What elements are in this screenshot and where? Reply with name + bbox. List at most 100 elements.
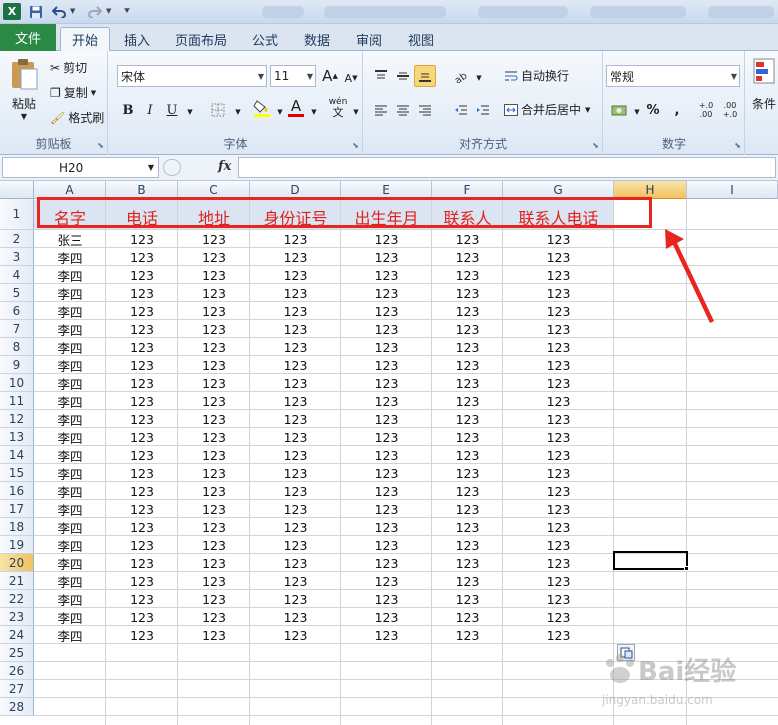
row-header-20[interactable]: 20 <box>0 554 34 572</box>
table-cell[interactable]: 123 <box>250 572 341 590</box>
table-cell[interactable]: 123 <box>503 320 614 338</box>
row-header-23[interactable]: 23 <box>0 608 34 626</box>
table-cell[interactable]: 123 <box>106 518 178 536</box>
table-cell[interactable]: 123 <box>341 482 432 500</box>
copy-button[interactable]: ❐ 复制 ▼ <box>50 84 96 101</box>
table-cell[interactable]: 123 <box>250 356 341 374</box>
alignment-launcher-icon[interactable]: ⬊ <box>592 141 599 150</box>
table-cell[interactable]: 123 <box>432 518 503 536</box>
tab-page-layout[interactable]: 页面布局 <box>168 28 234 50</box>
decrease-indent-icon[interactable] <box>450 99 472 121</box>
table-cell[interactable]: 123 <box>106 500 178 518</box>
table-cell[interactable]: 123 <box>250 500 341 518</box>
column-header-i[interactable]: I <box>687 181 778 199</box>
table-cell[interactable]: 李四 <box>34 248 106 266</box>
row-header-2[interactable]: 2 <box>0 230 34 248</box>
table-cell[interactable]: 123 <box>432 500 503 518</box>
table-cell[interactable]: 123 <box>106 374 178 392</box>
font-size-dropdown-icon[interactable]: ▼ <box>307 72 313 81</box>
table-cell[interactable]: 123 <box>250 410 341 428</box>
table-cell[interactable]: 123 <box>432 338 503 356</box>
table-cell[interactable]: 123 <box>250 392 341 410</box>
row-header-14[interactable]: 14 <box>0 446 34 464</box>
conditional-formatting-button[interactable]: 条件 <box>752 57 776 112</box>
table-cell[interactable]: 123 <box>341 284 432 302</box>
table-cell[interactable]: 123 <box>341 248 432 266</box>
table-cell[interactable]: 123 <box>106 446 178 464</box>
row-header-13[interactable]: 13 <box>0 428 34 446</box>
row-header-27[interactable]: 27 <box>0 680 34 698</box>
excel-app-icon[interactable]: X <box>3 3 21 20</box>
row-header-17[interactable]: 17 <box>0 500 34 518</box>
row-header-19[interactable]: 19 <box>0 536 34 554</box>
table-cell[interactable]: 123 <box>178 392 250 410</box>
table-cell[interactable]: 李四 <box>34 302 106 320</box>
table-cell[interactable]: 123 <box>250 626 341 644</box>
table-cell[interactable]: 123 <box>341 608 432 626</box>
table-cell[interactable]: 123 <box>503 554 614 572</box>
table-cell[interactable]: 123 <box>106 482 178 500</box>
table-cell[interactable]: 123 <box>432 572 503 590</box>
table-cell[interactable]: 123 <box>341 536 432 554</box>
table-cell[interactable]: 李四 <box>34 572 106 590</box>
spreadsheet-grid[interactable]: A B C D E F G H I 1 2 3 4 5 6 7 8 9 10 11 12 13 14 15 16 17 18 19 20… <box>0 181 778 725</box>
italic-button[interactable]: I <box>139 99 161 121</box>
table-cell[interactable]: 123 <box>341 266 432 284</box>
table-cell[interactable]: 123 <box>432 302 503 320</box>
table-cell[interactable]: 123 <box>178 464 250 482</box>
table-cell[interactable]: 123 <box>178 338 250 356</box>
table-cell[interactable]: 123 <box>503 338 614 356</box>
table-cell[interactable]: 123 <box>341 320 432 338</box>
table-cell[interactable]: 123 <box>178 482 250 500</box>
table-cell[interactable]: 123 <box>503 518 614 536</box>
row-header-7[interactable]: 7 <box>0 320 34 338</box>
borders-dropdown-icon[interactable]: ▼ <box>227 101 249 123</box>
number-format-dropdown-icon[interactable]: ▼ <box>731 72 737 81</box>
paste-button[interactable]: 粘贴 ▼ <box>6 57 42 121</box>
table-cell[interactable]: 123 <box>503 374 614 392</box>
borders-icon[interactable] <box>207 99 229 121</box>
table-cell[interactable]: 李四 <box>34 608 106 626</box>
table-cell[interactable]: 123 <box>178 356 250 374</box>
name-box-dropdown-icon[interactable]: ▼ <box>148 163 154 172</box>
table-cell[interactable]: 123 <box>178 320 250 338</box>
table-cell[interactable]: 123 <box>432 410 503 428</box>
table-cell[interactable]: 123 <box>178 410 250 428</box>
table-cell[interactable]: 123 <box>250 302 341 320</box>
table-cell[interactable]: 123 <box>432 464 503 482</box>
cut-button[interactable]: ✂ 剪切 <box>50 59 87 76</box>
table-cell[interactable]: 李四 <box>34 284 106 302</box>
table-cell[interactable]: 李四 <box>34 500 106 518</box>
table-cell[interactable]: 123 <box>250 230 341 248</box>
table-cell[interactable]: 123 <box>503 302 614 320</box>
row-header-24[interactable]: 24 <box>0 626 34 644</box>
table-cell[interactable]: 123 <box>106 356 178 374</box>
table-cell[interactable]: 李四 <box>34 374 106 392</box>
table-cell[interactable]: 123 <box>503 266 614 284</box>
row-header-10[interactable]: 10 <box>0 374 34 392</box>
comma-button[interactable]: , <box>666 99 688 121</box>
font-name-combo[interactable]: 宋体 ▼ <box>117 65 267 87</box>
table-cell[interactable]: 李四 <box>34 464 106 482</box>
table-cell[interactable]: 123 <box>503 410 614 428</box>
row-header-21[interactable]: 21 <box>0 572 34 590</box>
row-header-15[interactable]: 15 <box>0 464 34 482</box>
table-cell[interactable]: 123 <box>178 428 250 446</box>
tab-insert[interactable]: 插入 <box>114 28 160 50</box>
insert-function-icon[interactable]: fx <box>218 159 231 174</box>
table-cell[interactable]: 123 <box>503 482 614 500</box>
orientation-dropdown-icon[interactable]: ▼ <box>468 67 490 89</box>
table-cell[interactable]: 123 <box>341 392 432 410</box>
table-cell[interactable]: 123 <box>432 590 503 608</box>
underline-dropdown-icon[interactable]: ▼ <box>179 101 201 123</box>
font-launcher-icon[interactable]: ⬊ <box>352 141 359 150</box>
table-cell[interactable]: 123 <box>250 554 341 572</box>
table-cell[interactable]: 123 <box>432 374 503 392</box>
table-cell[interactable]: 123 <box>106 608 178 626</box>
align-left-icon[interactable] <box>370 99 392 121</box>
table-cell[interactable]: 123 <box>503 626 614 644</box>
table-cell[interactable]: 123 <box>503 464 614 482</box>
table-cell[interactable]: 123 <box>250 464 341 482</box>
table-cell[interactable]: 123 <box>341 356 432 374</box>
table-cell[interactable]: 123 <box>178 608 250 626</box>
